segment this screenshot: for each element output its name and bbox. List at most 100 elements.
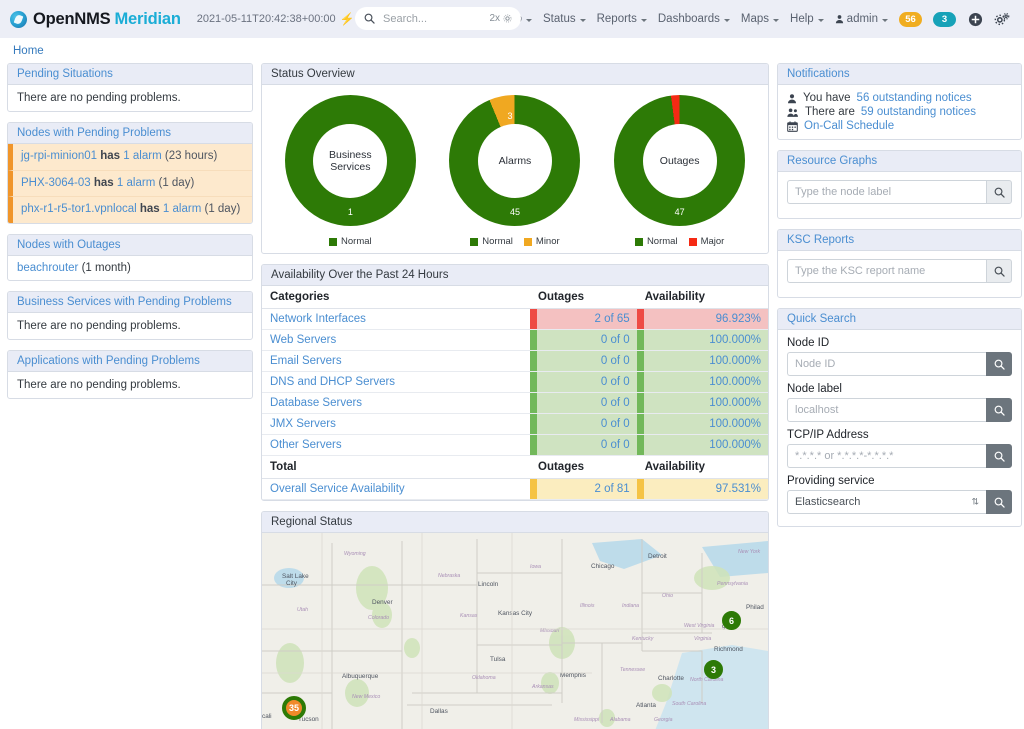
node-link[interactable]: phx-r1-r5-tor1.vpnlocal [21, 203, 137, 215]
table-row-total[interactable]: Overall Service Availability 2 of 81 97.… [262, 479, 768, 500]
breadcrumb-item-home[interactable]: Home [13, 45, 44, 57]
node-problem-row[interactable]: jg-rpi-minion01 has 1 alarm (23 hours) [8, 144, 252, 171]
node-link[interactable]: beachrouter [17, 262, 78, 274]
notif-link-group-notices[interactable]: 59 outstanding notices [861, 106, 976, 118]
table-row[interactable]: Email Servers 0 of 0 100.000% [262, 351, 768, 372]
search-icon [994, 359, 1005, 370]
node-link[interactable]: jg-rpi-minion01 [21, 150, 97, 162]
svg-text:West Virginia: West Virginia [684, 623, 714, 629]
regional-status-map[interactable]: Wyoming Nebraska Iowa Utah Colorado Kans… [262, 533, 768, 729]
on-call-schedule-link[interactable]: On-Call Schedule [804, 120, 894, 132]
tcpip-address-group[interactable] [787, 444, 1012, 468]
donut-outages[interactable]: Outages 47 [614, 95, 745, 226]
svg-text:Salt Lake: Salt Lake [282, 573, 309, 580]
category-link[interactable]: Database Servers [262, 393, 530, 414]
nav-item-help[interactable]: Help [790, 13, 824, 25]
notif-link-user-notices[interactable]: 56 outstanding notices [857, 92, 972, 104]
chart-alarms: Alarms 45 3 Normal Minor [436, 95, 594, 247]
providing-service-search-button[interactable] [986, 490, 1012, 514]
node-link[interactable]: PHX-3064-03 [21, 177, 91, 189]
svg-text:Georgia: Georgia [654, 717, 673, 723]
node-label-group[interactable] [787, 398, 1012, 422]
availability-value: 100.000% [637, 376, 768, 388]
nav-item-reports[interactable]: Reports [597, 13, 647, 25]
ksc-reports-input[interactable] [787, 259, 986, 283]
user-icon [835, 14, 844, 24]
category-link[interactable]: Email Servers [262, 351, 530, 372]
alarms-badge[interactable]: 3 [933, 12, 956, 27]
table-row[interactable]: Web Servers 0 of 0 100.000% [262, 330, 768, 351]
table-row[interactable]: Other Servers 0 of 0 100.000% [262, 435, 768, 456]
nav-item-user[interactable]: admin [835, 13, 888, 25]
category-link[interactable]: Overall Service Availability [262, 479, 530, 500]
map-marker-normal-3[interactable]: 3 [704, 660, 723, 679]
category-link[interactable]: Network Interfaces [262, 309, 530, 330]
nav-item-dashboards[interactable]: Dashboards [658, 13, 730, 25]
applications-pending-card: Applications with Pending Problems There… [7, 350, 253, 399]
node-label-search-button[interactable] [986, 398, 1012, 422]
search-input[interactable] [381, 12, 483, 26]
outages-value: 0 of 0 [530, 397, 637, 409]
ksc-reports-search-group[interactable] [787, 259, 1012, 283]
user-icon [787, 93, 797, 104]
nav-item-status[interactable]: Status [543, 13, 586, 25]
nav-item-maps[interactable]: Maps [741, 13, 779, 25]
global-search-box[interactable]: 2x [355, 7, 521, 30]
node-problem-row[interactable]: PHX-3064-03 has 1 alarm (1 day) [8, 171, 252, 198]
resource-graphs-search-group[interactable] [787, 180, 1012, 204]
chart-business-services: Business Services 1 Normal [271, 95, 429, 247]
gears-icon[interactable] [994, 11, 1010, 27]
category-link[interactable]: Web Servers [262, 330, 530, 351]
node-id-group[interactable] [787, 352, 1012, 376]
outages-value: 2 of 65 [530, 313, 637, 325]
svg-text:New York: New York [738, 549, 761, 555]
brand-nms: NMS [74, 10, 110, 28]
category-link[interactable]: JMX Servers [262, 414, 530, 435]
alarm-link[interactable]: 1 alarm [163, 203, 201, 215]
availability-cell: 100.000% [637, 351, 768, 372]
tcpip-address-input[interactable] [787, 444, 986, 468]
providing-service-select-wrap[interactable]: Elasticsearch ⇅ [787, 490, 986, 514]
table-row[interactable]: Database Servers 0 of 0 100.000% [262, 393, 768, 414]
map-marker-normal-6[interactable]: 6 [722, 611, 741, 630]
tcpip-address-search-button[interactable] [986, 444, 1012, 468]
donut-alarms[interactable]: Alarms 45 3 [449, 95, 580, 226]
notices-badge[interactable]: 56 [899, 12, 922, 27]
availability-cell: 100.000% [637, 330, 768, 351]
category-link[interactable]: DNS and DHCP Servers [262, 372, 530, 393]
svg-text:Tulsa: Tulsa [490, 656, 506, 663]
legend-swatch-major [689, 238, 697, 246]
table-row[interactable]: JMX Servers 0 of 0 100.000% [262, 414, 768, 435]
table-row[interactable]: Network Interfaces 2 of 65 96.923% [262, 309, 768, 330]
category-link[interactable]: Other Servers [262, 435, 530, 456]
svg-text:Mississippi: Mississippi [574, 717, 600, 723]
availability-card: Availability Over the Past 24 Hours Cate… [261, 264, 769, 501]
regional-status-card: Regional Status [261, 511, 769, 729]
gear-icon[interactable] [503, 14, 512, 23]
resource-graphs-input[interactable] [787, 180, 986, 204]
outage-node-row[interactable]: beachrouter (1 month) [8, 256, 252, 280]
donut-business-services[interactable]: Business Services 1 [285, 95, 416, 226]
providing-service-label: Providing service [787, 475, 1012, 487]
map-marker-minor-35[interactable]: 35 [282, 696, 306, 720]
table-row[interactable]: DNS and DHCP Servers 0 of 0 100.000% [262, 372, 768, 393]
alarm-link[interactable]: 1 alarm [123, 150, 161, 162]
nodes-pending-problems-card: Nodes with Pending Problems jg-rpi-minio… [7, 122, 253, 224]
donut-value-label: 47 [614, 207, 745, 217]
outages-value: 0 of 0 [530, 334, 637, 346]
search-hint: 2x [489, 13, 512, 24]
node-label-input[interactable] [787, 398, 986, 422]
resource-graphs-search-button[interactable] [986, 180, 1012, 204]
providing-service-select[interactable]: Elasticsearch [787, 490, 986, 514]
plus-circle-icon[interactable] [967, 11, 983, 27]
quick-search-card: Quick Search Node ID Node label [777, 308, 1022, 527]
node-id-search-button[interactable] [986, 352, 1012, 376]
providing-service-group[interactable]: Elasticsearch ⇅ [787, 490, 1012, 514]
alarm-link[interactable]: 1 alarm [117, 177, 155, 189]
node-id-input[interactable] [787, 352, 986, 376]
ksc-reports-search-button[interactable] [986, 259, 1012, 283]
availability-cell: 100.000% [637, 414, 768, 435]
map-marker-label: 3 [711, 665, 716, 675]
brand-logo-group[interactable]: OpenNMSMeridian [10, 10, 181, 29]
node-problem-row[interactable]: phx-r1-r5-tor1.vpnlocal has 1 alarm (1 d… [8, 197, 252, 223]
